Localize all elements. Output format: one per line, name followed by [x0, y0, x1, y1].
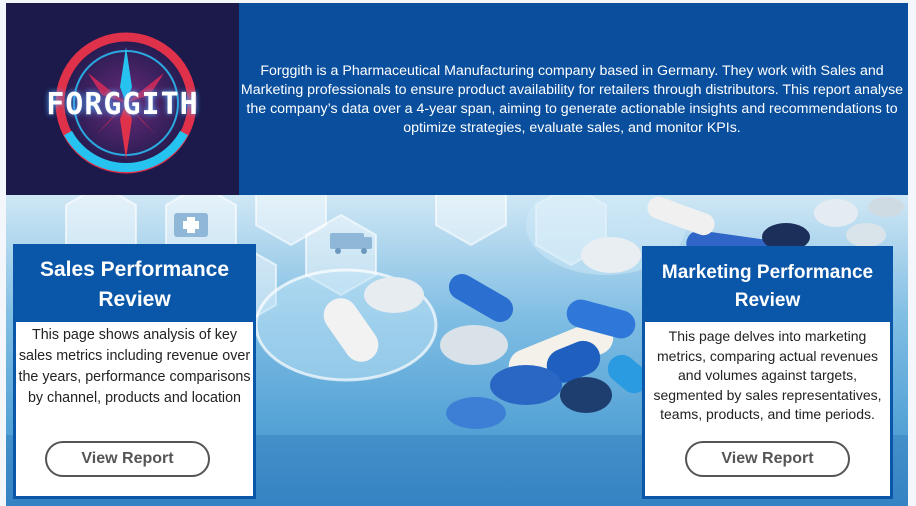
marketing-view-report-button[interactable]: View Report: [685, 441, 850, 477]
marketing-card-title: Marketing Performance Review: [645, 249, 890, 322]
marketing-card-description: This page delves into marketing metrics,…: [653, 328, 882, 422]
sales-view-report-button[interactable]: View Report: [45, 441, 210, 477]
medical-kit-icon: [174, 213, 208, 237]
sales-card-title: Sales Performance Review: [16, 247, 253, 322]
company-logo: FORGGITH: [6, 3, 239, 195]
logo-wordmark: FORGGITH: [46, 87, 199, 122]
company-intro-text: Forggith is a Pharmaceutical Manufacturi…: [240, 63, 904, 136]
sales-performance-card: Sales Performance Review This page shows…: [13, 244, 256, 499]
sales-card-description: This page shows analysis of key sales me…: [18, 327, 251, 406]
report-home-page: FORGGITH Forggith is a Pharmaceutical Ma…: [0, 0, 916, 506]
marketing-performance-card: Marketing Performance Review This page d…: [642, 246, 893, 499]
